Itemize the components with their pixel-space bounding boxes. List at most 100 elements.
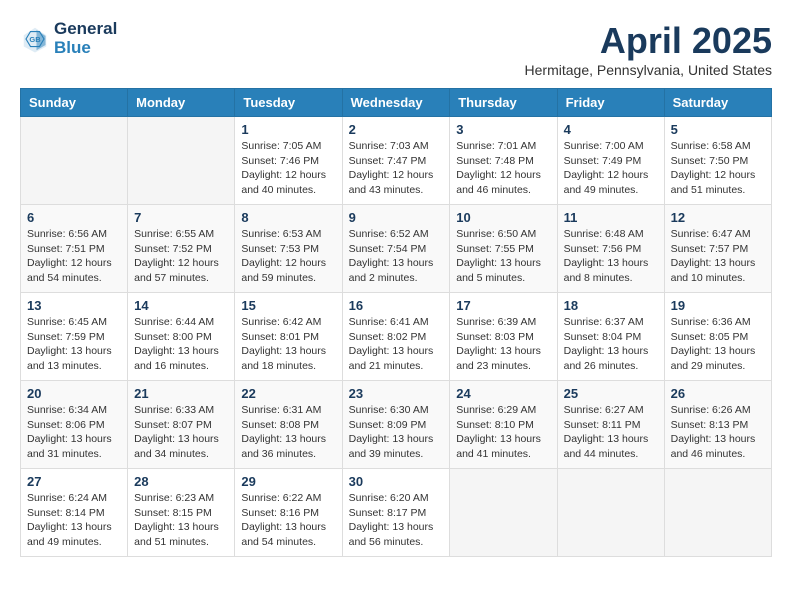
calendar-cell: 6 Sunrise: 6:56 AM Sunset: 7:51 PM Daylig… bbox=[21, 205, 128, 293]
weekday-wednesday: Wednesday bbox=[342, 89, 450, 117]
weekday-tuesday: Tuesday bbox=[235, 89, 342, 117]
day-info: Sunrise: 6:41 AM Sunset: 8:02 PM Dayligh… bbox=[349, 315, 444, 374]
page-header: GB General Blue April 2025 Hermitage, Pe… bbox=[20, 20, 772, 78]
day-info: Sunrise: 6:50 AM Sunset: 7:55 PM Dayligh… bbox=[456, 227, 550, 286]
day-info: Sunrise: 6:58 AM Sunset: 7:50 PM Dayligh… bbox=[671, 139, 765, 198]
day-number: 30 bbox=[349, 474, 444, 489]
day-info: Sunrise: 6:47 AM Sunset: 7:57 PM Dayligh… bbox=[671, 227, 765, 286]
day-info: Sunrise: 6:24 AM Sunset: 8:14 PM Dayligh… bbox=[27, 491, 121, 550]
day-number: 3 bbox=[456, 122, 550, 137]
calendar-cell: 1 Sunrise: 7:05 AM Sunset: 7:46 PM Daylig… bbox=[235, 117, 342, 205]
calendar-cell: 4 Sunrise: 7:00 AM Sunset: 7:49 PM Daylig… bbox=[557, 117, 664, 205]
calendar-cell: 25 Sunrise: 6:27 AM Sunset: 8:11 PM Dayli… bbox=[557, 381, 664, 469]
day-number: 14 bbox=[134, 298, 228, 313]
day-info: Sunrise: 6:26 AM Sunset: 8:13 PM Dayligh… bbox=[671, 403, 765, 462]
day-info: Sunrise: 6:33 AM Sunset: 8:07 PM Dayligh… bbox=[134, 403, 228, 462]
day-info: Sunrise: 6:30 AM Sunset: 8:09 PM Dayligh… bbox=[349, 403, 444, 462]
day-info: Sunrise: 6:37 AM Sunset: 8:04 PM Dayligh… bbox=[564, 315, 658, 374]
weekday-friday: Friday bbox=[557, 89, 664, 117]
day-info: Sunrise: 6:29 AM Sunset: 8:10 PM Dayligh… bbox=[456, 403, 550, 462]
calendar-cell: 14 Sunrise: 6:44 AM Sunset: 8:00 PM Dayli… bbox=[128, 293, 235, 381]
day-number: 1 bbox=[241, 122, 335, 137]
calendar-cell bbox=[21, 117, 128, 205]
day-number: 6 bbox=[27, 210, 121, 225]
day-info: Sunrise: 6:39 AM Sunset: 8:03 PM Dayligh… bbox=[456, 315, 550, 374]
day-number: 5 bbox=[671, 122, 765, 137]
day-info: Sunrise: 6:56 AM Sunset: 7:51 PM Dayligh… bbox=[27, 227, 121, 286]
day-info: Sunrise: 6:53 AM Sunset: 7:53 PM Dayligh… bbox=[241, 227, 335, 286]
day-info: Sunrise: 6:36 AM Sunset: 8:05 PM Dayligh… bbox=[671, 315, 765, 374]
weekday-monday: Monday bbox=[128, 89, 235, 117]
day-number: 22 bbox=[241, 386, 335, 401]
day-number: 12 bbox=[671, 210, 765, 225]
day-info: Sunrise: 6:20 AM Sunset: 8:17 PM Dayligh… bbox=[349, 491, 444, 550]
calendar-cell: 28Sunrise: 6:23 AM Sunset: 8:15 PM Dayli… bbox=[128, 469, 235, 557]
calendar-cell: 13Sunrise: 6:45 AM Sunset: 7:59 PM Dayli… bbox=[21, 293, 128, 381]
day-number: 24 bbox=[456, 386, 550, 401]
calendar-cell: 17 Sunrise: 6:39 AM Sunset: 8:03 PM Dayli… bbox=[450, 293, 557, 381]
day-number: 19 bbox=[671, 298, 765, 313]
day-info: Sunrise: 6:42 AM Sunset: 8:01 PM Dayligh… bbox=[241, 315, 335, 374]
calendar-cell: 3 Sunrise: 7:01 AM Sunset: 7:48 PM Daylig… bbox=[450, 117, 557, 205]
day-info: Sunrise: 6:31 AM Sunset: 8:08 PM Dayligh… bbox=[241, 403, 335, 462]
day-number: 8 bbox=[241, 210, 335, 225]
calendar-cell bbox=[128, 117, 235, 205]
day-info: Sunrise: 6:44 AM Sunset: 8:00 PM Dayligh… bbox=[134, 315, 228, 374]
logo: GB General Blue bbox=[20, 20, 117, 57]
calendar-cell: 10 Sunrise: 6:50 AM Sunset: 7:55 PM Dayli… bbox=[450, 205, 557, 293]
svg-text:GB: GB bbox=[29, 35, 41, 44]
day-info: Sunrise: 6:52 AM Sunset: 7:54 PM Dayligh… bbox=[349, 227, 444, 286]
calendar-cell: 22 Sunrise: 6:31 AM Sunset: 8:08 PM Dayli… bbox=[235, 381, 342, 469]
day-number: 17 bbox=[456, 298, 550, 313]
calendar-cell: 20Sunrise: 6:34 AM Sunset: 8:06 PM Dayli… bbox=[21, 381, 128, 469]
day-info: Sunrise: 7:05 AM Sunset: 7:46 PM Dayligh… bbox=[241, 139, 335, 198]
day-number: 7 bbox=[134, 210, 228, 225]
day-info: Sunrise: 7:00 AM Sunset: 7:49 PM Dayligh… bbox=[564, 139, 658, 198]
day-info: Sunrise: 7:01 AM Sunset: 7:48 PM Dayligh… bbox=[456, 139, 550, 198]
week-row-5: 27 Sunrise: 6:24 AM Sunset: 8:14 PM Dayli… bbox=[21, 469, 772, 557]
calendar-cell: 30 Sunrise: 6:20 AM Sunset: 8:17 PM Dayli… bbox=[342, 469, 450, 557]
day-number: 10 bbox=[456, 210, 550, 225]
weekday-thursday: Thursday bbox=[450, 89, 557, 117]
calendar-cell: 23 Sunrise: 6:30 AM Sunset: 8:09 PM Dayli… bbox=[342, 381, 450, 469]
calendar-cell: 12 Sunrise: 6:47 AM Sunset: 7:57 PM Dayli… bbox=[664, 205, 771, 293]
calendar-cell: 19 Sunrise: 6:36 AM Sunset: 8:05 PM Dayli… bbox=[664, 293, 771, 381]
calendar-cell: 15 Sunrise: 6:42 AM Sunset: 8:01 PM Dayli… bbox=[235, 293, 342, 381]
day-number: 20 bbox=[27, 386, 121, 401]
title-block: April 2025 Hermitage, Pennsylvania, Unit… bbox=[525, 20, 772, 78]
day-info: Sunrise: 6:55 AM Sunset: 7:52 PM Dayligh… bbox=[134, 227, 228, 286]
location: Hermitage, Pennsylvania, United States bbox=[525, 62, 772, 78]
calendar-cell: 24 Sunrise: 6:29 AM Sunset: 8:10 PM Dayli… bbox=[450, 381, 557, 469]
logo-icon: GB bbox=[20, 24, 50, 54]
weekday-saturday: Saturday bbox=[664, 89, 771, 117]
day-info: Sunrise: 7:03 AM Sunset: 7:47 PM Dayligh… bbox=[349, 139, 444, 198]
calendar-cell: 9Sunrise: 6:52 AM Sunset: 7:54 PM Daylig… bbox=[342, 205, 450, 293]
day-number: 23 bbox=[349, 386, 444, 401]
calendar-cell: 16 Sunrise: 6:41 AM Sunset: 8:02 PM Dayli… bbox=[342, 293, 450, 381]
calendar-table: SundayMondayTuesdayWednesdayThursdayFrid… bbox=[20, 88, 772, 557]
week-row-3: 13Sunrise: 6:45 AM Sunset: 7:59 PM Dayli… bbox=[21, 293, 772, 381]
calendar-cell bbox=[450, 469, 557, 557]
calendar-cell bbox=[557, 469, 664, 557]
day-number: 26 bbox=[671, 386, 765, 401]
day-number: 27 bbox=[27, 474, 121, 489]
day-number: 15 bbox=[241, 298, 335, 313]
calendar-cell bbox=[664, 469, 771, 557]
day-number: 28 bbox=[134, 474, 228, 489]
day-number: 16 bbox=[349, 298, 444, 313]
calendar-cell: 18Sunrise: 6:37 AM Sunset: 8:04 PM Dayli… bbox=[557, 293, 664, 381]
day-number: 11 bbox=[564, 210, 658, 225]
month-title: April 2025 bbox=[525, 20, 772, 62]
day-info: Sunrise: 6:22 AM Sunset: 8:16 PM Dayligh… bbox=[241, 491, 335, 550]
calendar-cell: 2Sunrise: 7:03 AM Sunset: 7:47 PM Daylig… bbox=[342, 117, 450, 205]
day-number: 4 bbox=[564, 122, 658, 137]
calendar-cell: 27 Sunrise: 6:24 AM Sunset: 8:14 PM Dayli… bbox=[21, 469, 128, 557]
logo-line1: General bbox=[54, 20, 117, 39]
calendar-cell: 26 Sunrise: 6:26 AM Sunset: 8:13 PM Dayli… bbox=[664, 381, 771, 469]
day-info: Sunrise: 6:27 AM Sunset: 8:11 PM Dayligh… bbox=[564, 403, 658, 462]
weekday-header-row: SundayMondayTuesdayWednesdayThursdayFrid… bbox=[21, 89, 772, 117]
week-row-1: 1 Sunrise: 7:05 AM Sunset: 7:46 PM Daylig… bbox=[21, 117, 772, 205]
day-number: 25 bbox=[564, 386, 658, 401]
weekday-sunday: Sunday bbox=[21, 89, 128, 117]
logo-line2: Blue bbox=[54, 39, 117, 58]
